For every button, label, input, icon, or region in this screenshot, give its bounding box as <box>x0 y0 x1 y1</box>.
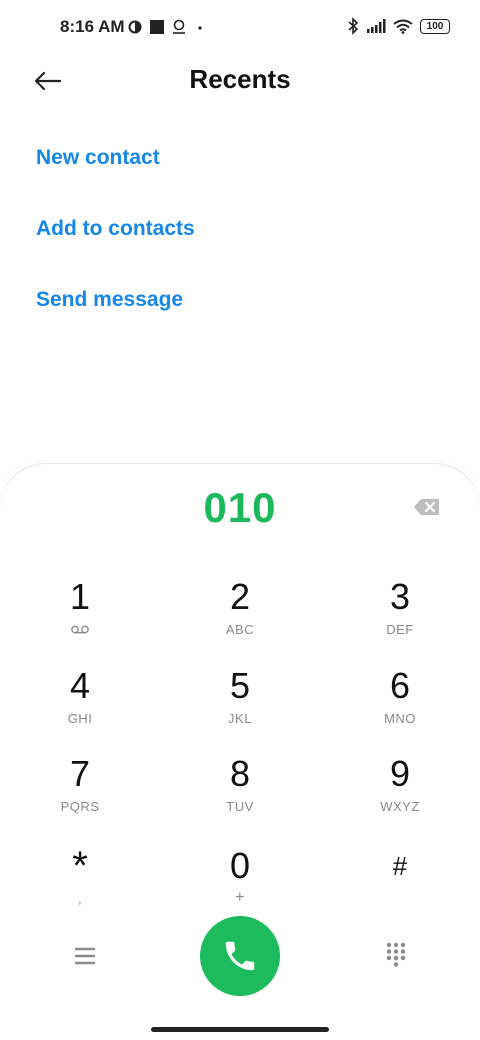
key-letters: JKL <box>228 710 252 726</box>
menu-icon <box>74 947 96 965</box>
dot-icon <box>198 26 202 30</box>
status-bar: 8:16 AM 100 <box>0 0 480 54</box>
key-letters: PQRS <box>60 798 100 814</box>
bluetooth-icon <box>348 17 359 35</box>
wifi-icon <box>393 19 413 34</box>
backspace-icon <box>414 499 439 515</box>
send-message-link[interactable]: Send message <box>36 288 183 312</box>
key-letters: + <box>235 889 245 906</box>
key-9[interactable]: 9 WXYZ <box>340 754 460 834</box>
key-star[interactable]: * , <box>20 846 140 926</box>
status-time: 8:16 AM <box>60 17 125 36</box>
key-digit: 8 <box>229 753 251 794</box>
key-7[interactable]: 7 PQRS <box>20 754 140 834</box>
key-letters: DEF <box>386 621 414 637</box>
menu-button[interactable] <box>72 944 98 968</box>
location-icon <box>173 19 185 34</box>
new-contact-link[interactable]: New contact <box>36 146 160 170</box>
dialpad-icon <box>386 942 406 967</box>
key-letters: ABC <box>225 621 255 637</box>
key-digit: 0 <box>229 845 251 886</box>
key-5[interactable]: 5 JKL <box>180 666 300 746</box>
key-letters: TUV <box>226 798 254 814</box>
key-digit: 3 <box>389 576 411 617</box>
add-to-contacts-link[interactable]: Add to contacts <box>36 217 195 241</box>
dialed-number[interactable]: 010 <box>0 484 480 532</box>
key-digit: 6 <box>389 665 411 706</box>
key-digit: 9 <box>389 753 411 794</box>
home-indicator[interactable] <box>151 1027 329 1032</box>
key-3[interactable]: 3 DEF <box>340 577 460 657</box>
key-digit: 1 <box>69 576 91 617</box>
key-6[interactable]: 6 MNO <box>340 666 460 746</box>
key-hash[interactable]: # <box>340 846 460 926</box>
phone-icon <box>225 941 255 971</box>
voicemail-icon <box>71 625 89 633</box>
call-button[interactable] <box>200 916 280 996</box>
key-1[interactable]: 1 <box>20 577 140 657</box>
header: Recents <box>0 54 480 110</box>
stop-icon <box>150 20 164 34</box>
key-digit: 5 <box>229 665 251 706</box>
signal-icon <box>367 19 386 33</box>
key-digit: 4 <box>69 665 91 706</box>
data-saver-icon <box>128 20 142 34</box>
key-letters: MNO <box>384 710 416 726</box>
key-digit: # <box>392 851 408 881</box>
key-letters: WXYZ <box>380 798 420 814</box>
backspace-button[interactable] <box>413 497 441 517</box>
key-digit: 2 <box>229 576 251 617</box>
dialpad-toggle-button[interactable] <box>383 941 409 969</box>
key-digit: 7 <box>69 753 91 794</box>
page-title: Recents <box>189 64 291 94</box>
key-8[interactable]: 8 TUV <box>180 754 300 834</box>
battery-icon: 100 <box>420 18 450 34</box>
key-4[interactable]: 4 GHI <box>20 666 140 746</box>
key-letters: , <box>77 890 83 906</box>
key-0[interactable]: 0 + <box>180 846 300 926</box>
key-2[interactable]: 2 ABC <box>180 577 300 657</box>
key-letters: GHI <box>67 710 93 726</box>
key-digit: * <box>72 844 88 888</box>
